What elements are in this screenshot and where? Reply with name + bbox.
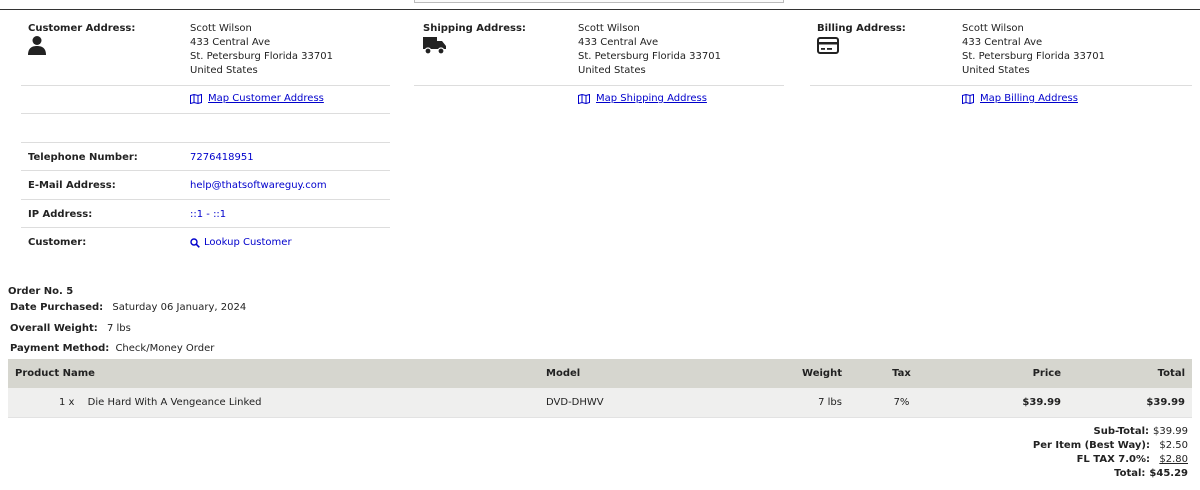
ip-row: IP Address: ::1 - ::1: [21, 199, 390, 227]
lookup-customer-label: Lookup Customer: [204, 237, 292, 248]
ip-link[interactable]: ::1 - ::1: [190, 209, 226, 220]
map-icon: [962, 93, 974, 104]
product-weight: 7 lbs: [769, 388, 849, 418]
email-label: E-Mail Address:: [28, 180, 116, 191]
overall-weight-label: Overall Weight:: [10, 323, 98, 334]
tax-value: $2.80: [1159, 454, 1188, 465]
header-tax: Tax: [849, 359, 954, 388]
search-icon: [190, 237, 200, 248]
telephone-row: Telephone Number: 7276418951: [21, 142, 390, 170]
map-icon: [190, 93, 202, 104]
total-label: Total:: [1114, 468, 1146, 479]
map-billing-address-link[interactable]: Map Billing Address: [962, 93, 1078, 104]
divider: [21, 85, 390, 86]
customer-label: Customer:: [28, 237, 87, 248]
total-value: $45.29: [1149, 468, 1188, 479]
product-tax: 7%: [849, 388, 954, 418]
order-totals: Sub-Total: $39.99 Per Item (Best Way): $…: [1033, 425, 1188, 481]
shipping-street: 433 Central Ave: [578, 37, 659, 48]
customer-country: United States: [190, 65, 258, 76]
customer-name: Scott Wilson: [190, 23, 252, 34]
customer-row: Customer: Lookup Customer: [21, 227, 390, 255]
divider: [810, 85, 1192, 86]
overall-weight-row: Overall Weight: 7 lbs: [10, 323, 131, 334]
date-purchased-value: Saturday 06 January, 2024: [112, 302, 247, 313]
map-icon: [578, 93, 590, 104]
header-total: Total: [1068, 359, 1192, 388]
customer-address-text: Scott Wilson 433 Central Ave St. Petersb…: [190, 22, 333, 78]
header-weight: Weight: [769, 359, 849, 388]
shipping-city: St. Petersburg Florida 33701: [578, 51, 721, 62]
product-qty: 1 x: [59, 396, 75, 408]
shipping-country: United States: [578, 65, 646, 76]
subtotal-row: Sub-Total: $39.99: [1033, 425, 1188, 439]
subtotal-label: Sub-Total:: [1093, 426, 1149, 437]
map-shipping-address-label: Map Shipping Address: [596, 93, 707, 104]
product-name-cell: 1 x Die Hard With A Vengeance Linked: [8, 388, 539, 418]
shipping-row: Per Item (Best Way): $2.50: [1033, 439, 1188, 453]
telephone-label: Telephone Number:: [28, 152, 138, 163]
header-price: Price: [954, 359, 1068, 388]
customer-city: St. Petersburg Florida 33701: [190, 51, 333, 62]
payment-method-row: Payment Method: Check/Money Order: [10, 343, 214, 354]
payment-method-label: Payment Method:: [10, 343, 110, 354]
total-row: Total: $45.29: [1033, 467, 1188, 481]
shipping-value: $2.50: [1159, 440, 1188, 451]
subtotal-value: $39.99: [1153, 426, 1188, 437]
map-customer-address-label: Map Customer Address: [208, 93, 324, 104]
truck-icon: [423, 36, 447, 58]
tax-row: FL TAX 7.0%: $2.80: [1033, 453, 1188, 467]
email-row: E-Mail Address: help@thatsoftwareguy.com: [21, 170, 390, 198]
map-billing-address-label: Map Billing Address: [980, 93, 1078, 104]
customer-address-label: Customer Address:: [28, 23, 136, 34]
header-product-name: Product Name: [8, 359, 539, 388]
billing-address-text: Scott Wilson 433 Central Ave St. Petersb…: [962, 22, 1105, 78]
shipping-label: Per Item (Best Way):: [1032, 440, 1150, 451]
product-total: $39.99: [1068, 388, 1192, 418]
billing-street: 433 Central Ave: [962, 37, 1043, 48]
top-clipped-box: [414, 0, 784, 3]
shipping-address-text: Scott Wilson 433 Central Ave St. Petersb…: [578, 22, 721, 78]
header-model: Model: [539, 359, 769, 388]
telephone-link[interactable]: 7276418951: [190, 152, 254, 163]
tax-label: FL TAX 7.0%:: [1076, 454, 1150, 465]
shipping-name: Scott Wilson: [578, 23, 640, 34]
products-header-row: Product Name Model Weight Tax Price Tota…: [8, 359, 1192, 388]
product-price: $39.99: [954, 388, 1068, 418]
billing-name: Scott Wilson: [962, 23, 1024, 34]
email-link[interactable]: help@thatsoftwareguy.com: [190, 180, 327, 191]
product-model: DVD-DHWV: [539, 388, 769, 418]
map-customer-address-link[interactable]: Map Customer Address: [190, 93, 324, 104]
billing-country: United States: [962, 65, 1030, 76]
date-purchased-label: Date Purchased:: [10, 302, 104, 313]
lookup-customer-link[interactable]: Lookup Customer: [190, 237, 292, 248]
date-purchased-row: Date Purchased: Saturday 06 January, 202…: [10, 302, 246, 313]
products-table: Product Name Model Weight Tax Price Tota…: [8, 359, 1192, 418]
credit-card-icon: [817, 37, 839, 57]
product-name: Die Hard With A Vengeance Linked: [87, 396, 262, 408]
overall-weight-value: 7 lbs: [106, 323, 131, 334]
billing-city: St. Petersburg Florida 33701: [962, 51, 1105, 62]
payment-method-value: Check/Money Order: [115, 343, 215, 354]
shipping-address-label: Shipping Address:: [423, 23, 526, 34]
order-number: Order No. 5: [8, 286, 74, 297]
customer-street: 433 Central Ave: [190, 37, 271, 48]
map-shipping-address-link[interactable]: Map Shipping Address: [578, 93, 707, 104]
divider: [21, 113, 390, 114]
divider: [414, 85, 784, 86]
person-icon: [28, 35, 46, 58]
ip-label: IP Address:: [28, 209, 93, 220]
table-row: 1 x Die Hard With A Vengeance Linked DVD…: [8, 388, 1192, 418]
billing-address-label: Billing Address:: [817, 23, 906, 34]
top-divider: [0, 9, 1200, 10]
